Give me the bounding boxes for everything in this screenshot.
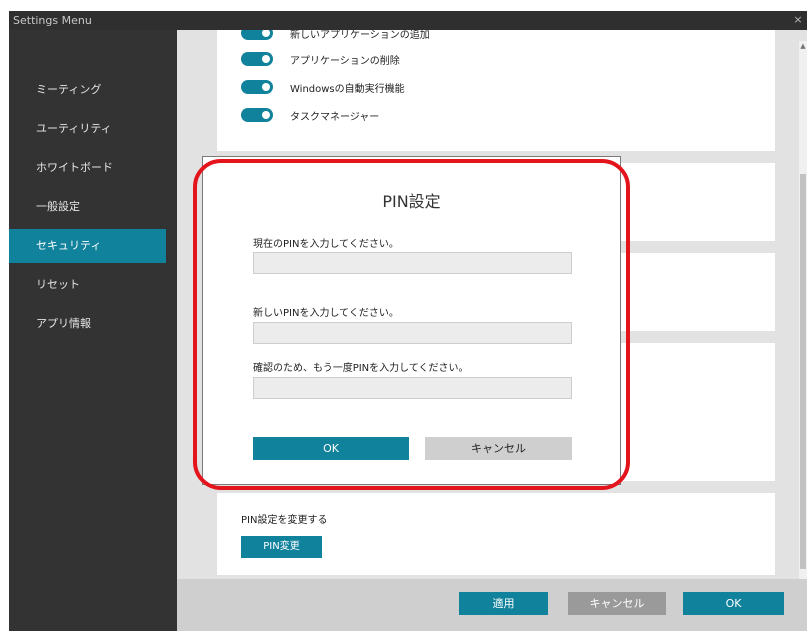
toggle-label: 新しいアプリケーションの追加 (290, 30, 430, 41)
footer-cancel-button[interactable]: キャンセル (568, 592, 666, 615)
toggle-task-manager[interactable] (241, 108, 273, 122)
pin-change-card: PIN設定を変更する PIN変更 (217, 493, 775, 575)
footer-bar: 適用 キャンセル OK (177, 579, 807, 631)
toggle-row: アプリケーションの削除 (241, 49, 400, 69)
toggle-row: Windowsの自動実行機能 (241, 77, 405, 97)
dialog-title: PIN設定 (382, 192, 441, 211)
sidebar-item-whiteboard[interactable]: ホワイトボード (9, 151, 166, 185)
toggle-row: タスクマネージャー (241, 105, 379, 125)
new-pin-label: 新しいPINを入力してください。 (253, 308, 399, 319)
sidebar-item-meeting[interactable]: ミーティング (9, 73, 166, 107)
toggle-add-application[interactable] (241, 30, 273, 40)
toggle-label: アプリケーションの削除 (290, 55, 400, 67)
sidebar: ミーティング ユーティリティ ホワイトボード 一般設定 セキュリティ リセット … (9, 30, 177, 631)
confirm-pin-input[interactable] (253, 377, 572, 399)
scrollbar[interactable]: ▲ ▼ (799, 41, 807, 588)
apply-button[interactable]: 適用 (459, 592, 548, 615)
sidebar-item-app-info[interactable]: アプリ情報 (9, 307, 166, 341)
scroll-up-arrow-icon[interactable]: ▲ (799, 41, 807, 51)
sidebar-item-general-settings[interactable]: 一般設定 (9, 190, 166, 224)
scrollbar-thumb[interactable] (800, 174, 806, 569)
close-icon[interactable]: × (791, 13, 805, 26)
sidebar-item-reset[interactable]: リセット (9, 268, 166, 302)
pin-change-label: PIN設定を変更する (241, 515, 328, 526)
pin-change-button[interactable]: PIN変更 (241, 536, 322, 558)
sidebar-item-security[interactable]: セキュリティ (9, 229, 166, 263)
title-bar: Settings Menu × (9, 11, 807, 30)
dialog-cancel-button[interactable]: キャンセル (425, 437, 572, 460)
security-toggles-card: 新しいアプリケーションの追加 アプリケーションの削除 Windowsの自動実行機… (217, 30, 775, 151)
new-pin-input[interactable] (253, 322, 572, 344)
toggle-label: タスクマネージャー (290, 111, 380, 123)
dialog-ok-button[interactable]: OK (253, 437, 409, 460)
window-title: Settings Menu (13, 14, 92, 27)
toggle-row: 新しいアプリケーションの追加 (241, 30, 430, 43)
current-pin-input[interactable] (253, 252, 572, 274)
toggle-windows-autorun[interactable] (241, 80, 273, 94)
confirm-pin-label: 確認のため、もう一度PINを入力してください。 (253, 363, 469, 374)
sidebar-item-utility[interactable]: ユーティリティ (9, 112, 166, 146)
footer-ok-button[interactable]: OK (683, 592, 784, 615)
current-pin-label: 現在のPINを入力してください。 (253, 239, 399, 250)
pin-settings-dialog: PIN設定 現在のPINを入力してください。 新しいPINを入力してください。 … (202, 156, 621, 485)
toggle-remove-application[interactable] (241, 52, 273, 66)
toggle-label: Windowsの自動実行機能 (290, 83, 405, 95)
